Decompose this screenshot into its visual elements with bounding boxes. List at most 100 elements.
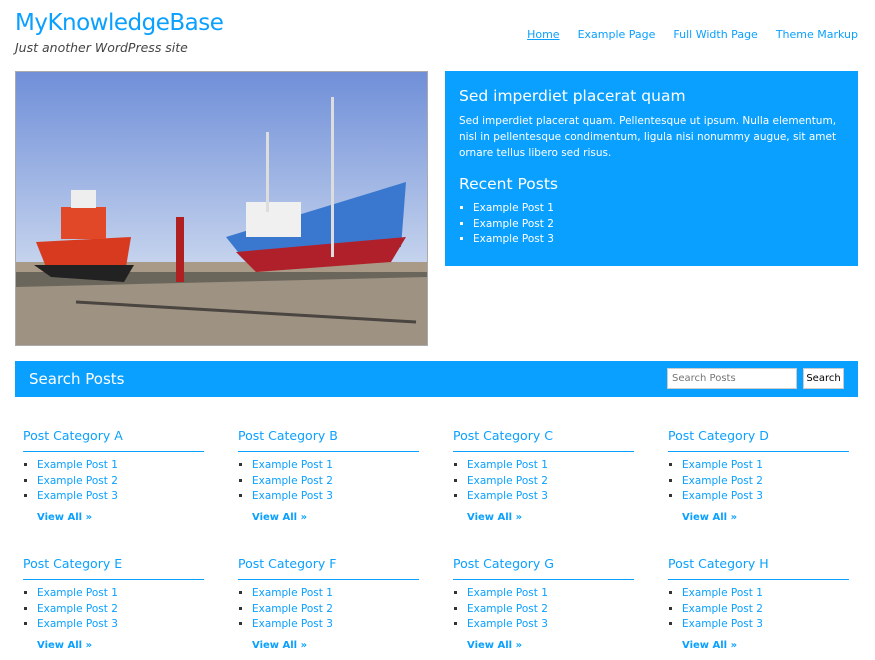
list-item: Example Post 3 [467,489,634,505]
view-all-link[interactable]: View All » [467,640,634,651]
list-item: Example Post 1 [467,458,634,474]
category-block: Post Category EExample Post 1Example Pos… [23,556,204,651]
category-title[interactable]: Post Category D [668,428,849,452]
list-item: Example Post 1 [37,586,204,602]
list-item: Example Post 3 [37,489,204,505]
list-item: Example Post 2 [682,474,849,490]
post-link[interactable]: Example Post 2 [252,603,333,615]
category-title[interactable]: Post Category G [453,556,634,580]
list-item: Example Post 1 [252,586,419,602]
category-block: Post Category BExample Post 1Example Pos… [238,428,419,523]
search-input[interactable] [667,368,797,389]
post-link[interactable]: Example Post 2 [467,603,548,615]
category-title[interactable]: Post Category B [238,428,419,452]
recent-post-link[interactable]: Example Post 1 [473,202,554,214]
list-item: Example Post 2 [682,602,849,618]
post-link[interactable]: Example Post 2 [682,603,763,615]
post-link[interactable]: Example Post 3 [37,618,118,630]
category-post-list: Example Post 1 Example Post 2 Example Post… [238,586,419,633]
list-item: Example Post 3 [473,232,844,248]
category-block: Post Category HExample Post 1Example Pos… [668,556,849,651]
post-link[interactable]: Example Post 1 [37,587,118,599]
post-link[interactable]: Example Post 1 [37,459,118,471]
category-block: Post Category CExample Post 1Example Pos… [453,428,634,523]
list-item: Example Post 3 [682,489,849,505]
view-all-link[interactable]: View All » [467,512,634,523]
list-item: Example Post 1 [682,458,849,474]
post-link[interactable]: Example Post 1 [252,587,333,599]
category-title[interactable]: Post Category H [668,556,849,580]
site-tagline: Just another WordPress site [15,40,188,55]
post-link[interactable]: Example Post 1 [467,587,548,599]
category-block: Post Category FExample Post 1Example Pos… [238,556,419,651]
widget-title: Sed imperdiet placerat quam [459,87,686,105]
category-post-list: Example Post 1 Example Post 2 Example Post… [453,586,634,633]
post-link[interactable]: Example Post 3 [252,618,333,630]
post-link[interactable]: Example Post 2 [252,475,333,487]
nav-home[interactable]: Home [527,28,559,41]
post-link[interactable]: Example Post 1 [467,459,548,471]
post-link[interactable]: Example Post 2 [37,475,118,487]
list-item: Example Post 2 [252,602,419,618]
recent-posts-title: Recent Posts [459,175,559,193]
post-link[interactable]: Example Post 1 [682,459,763,471]
list-item: Example Post 1 [252,458,419,474]
view-all-link[interactable]: View All » [37,640,204,651]
post-link[interactable]: Example Post 1 [252,459,333,471]
category-title[interactable]: Post Category F [238,556,419,580]
search-bar: Search Posts Search [15,361,858,397]
nav-full-width-page[interactable]: Full Width Page [673,28,757,41]
category-title[interactable]: Post Category E [23,556,204,580]
category-title[interactable]: Post Category A [23,428,204,452]
post-link[interactable]: Example Post 2 [37,603,118,615]
post-link[interactable]: Example Post 3 [37,490,118,502]
category-title[interactable]: Post Category C [453,428,634,452]
list-item: Example Post 3 [467,617,634,633]
view-all-link[interactable]: View All » [37,512,204,523]
view-all-link[interactable]: View All » [252,640,419,651]
category-post-list: Example Post 1 Example Post 2 Example Post… [23,458,204,505]
post-link[interactable]: Example Post 1 [682,587,763,599]
category-post-list: Example Post 1 Example Post 2 Example Post… [668,586,849,633]
post-link[interactable]: Example Post 3 [467,618,548,630]
search-title: Search Posts [29,370,125,388]
category-block: Post Category DExample Post 1Example Pos… [668,428,849,523]
list-item: Example Post 2 [37,602,204,618]
nav-theme-markup[interactable]: Theme Markup [776,28,858,41]
category-block: Post Category AExample Post 1Example Pos… [23,428,204,523]
widget-text: Sed imperdiet placerat quam. Pellentesqu… [459,115,837,159]
list-item: Example Post 3 [252,617,419,633]
main-nav: Home Example Page Full Width Page Theme … [527,28,858,41]
post-link[interactable]: Example Post 3 [467,490,548,502]
search-button[interactable]: Search [803,368,844,389]
post-link[interactable]: Example Post 2 [467,475,548,487]
list-item: Example Post 2 [473,217,844,233]
list-item: Example Post 2 [37,474,204,490]
category-post-list: Example Post 1 Example Post 2 Example Post… [23,586,204,633]
view-all-link[interactable]: View All » [252,512,419,523]
list-item: Example Post 2 [467,474,634,490]
category-post-list: Example Post 1 Example Post 2 Example Post… [238,458,419,505]
category-block: Post Category GExample Post 1Example Pos… [453,556,634,651]
post-link[interactable]: Example Post 3 [682,618,763,630]
list-item: Example Post 2 [467,602,634,618]
recent-post-link[interactable]: Example Post 2 [473,218,554,230]
post-link[interactable]: Example Post 2 [682,475,763,487]
list-item: Example Post 2 [252,474,419,490]
view-all-link[interactable]: View All » [682,640,849,651]
sidebar-widget: Sed imperdiet placerat quam Sed imperdie… [445,71,858,266]
list-item: Example Post 3 [37,617,204,633]
post-link[interactable]: Example Post 3 [682,490,763,502]
recent-posts-list: Example Post 1 Example Post 2 Example Po… [459,201,844,248]
list-item: Example Post 1 [467,586,634,602]
recent-post-link[interactable]: Example Post 3 [473,233,554,245]
list-item: Example Post 3 [252,489,419,505]
category-post-list: Example Post 1 Example Post 2 Example Post… [453,458,634,505]
site-title[interactable]: MyKnowledgeBase [15,10,224,36]
nav-example-page[interactable]: Example Page [578,28,656,41]
list-item: Example Post 1 [37,458,204,474]
category-post-list: Example Post 1 Example Post 2 Example Post… [668,458,849,505]
list-item: Example Post 1 [682,586,849,602]
post-link[interactable]: Example Post 3 [252,490,333,502]
view-all-link[interactable]: View All » [682,512,849,523]
